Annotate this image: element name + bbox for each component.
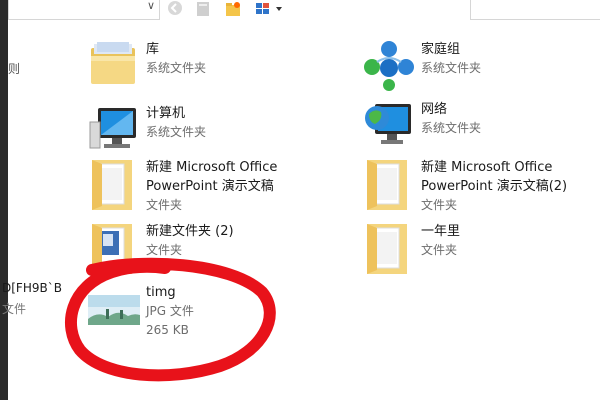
item-name: 新建 Microsoft Office	[146, 160, 278, 175]
properties-icon[interactable]	[194, 0, 212, 18]
view-icon[interactable]	[254, 0, 272, 18]
item-type: 文件夹	[146, 198, 183, 212]
item-type: 系统文件夹	[146, 125, 207, 139]
folder-icon	[92, 224, 132, 274]
item-name: 库	[146, 42, 160, 57]
homegroup-icon	[364, 41, 414, 91]
item-type: 文件夹	[421, 243, 458, 257]
chevron-down-icon[interactable]: ∨	[147, 0, 155, 12]
item-type: 文件夹	[421, 198, 458, 212]
folder-icon	[92, 160, 132, 210]
item-type: 系统文件夹	[421, 121, 482, 135]
item-type: 系统文件夹	[421, 61, 482, 75]
image-thumbnail-icon	[88, 295, 140, 325]
library-icon	[91, 42, 135, 84]
view-dropdown-icon[interactable]	[274, 0, 284, 18]
folder-icon	[367, 224, 407, 274]
network-icon	[365, 104, 411, 144]
item-name: 一年里	[421, 224, 461, 239]
item-size: 265 KB	[146, 323, 189, 337]
toolbar: ∨	[0, 0, 600, 22]
folder-icon	[367, 160, 407, 210]
new-folder-icon[interactable]	[224, 0, 242, 18]
item-type: JPG 文件	[146, 304, 194, 318]
nav-item-name[interactable]: D[FH9B`B	[2, 281, 62, 295]
item-name-line2: PowerPoint 演示文稿	[146, 179, 274, 194]
item-name: 新建 Microsoft Office	[421, 160, 553, 175]
item-name: 计算机	[146, 106, 186, 121]
navigation-pane: 则 D[FH9B`B 文件	[0, 0, 62, 400]
item-type: 文件夹	[146, 243, 183, 257]
item-name: timg	[146, 285, 176, 300]
back-icon[interactable]	[166, 0, 184, 18]
search-box[interactable]	[470, 0, 600, 20]
nav-fragment-text: 则	[8, 62, 21, 76]
item-name-line2: PowerPoint 演示文稿(2)	[421, 179, 568, 194]
item-name: 网络	[421, 102, 448, 117]
nav-item-type: 文件	[2, 302, 27, 316]
item-type: 系统文件夹	[146, 61, 207, 75]
item-name: 家庭组	[421, 42, 461, 57]
computer-icon	[89, 108, 136, 149]
item-name: 新建文件夹 (2)	[146, 224, 234, 239]
